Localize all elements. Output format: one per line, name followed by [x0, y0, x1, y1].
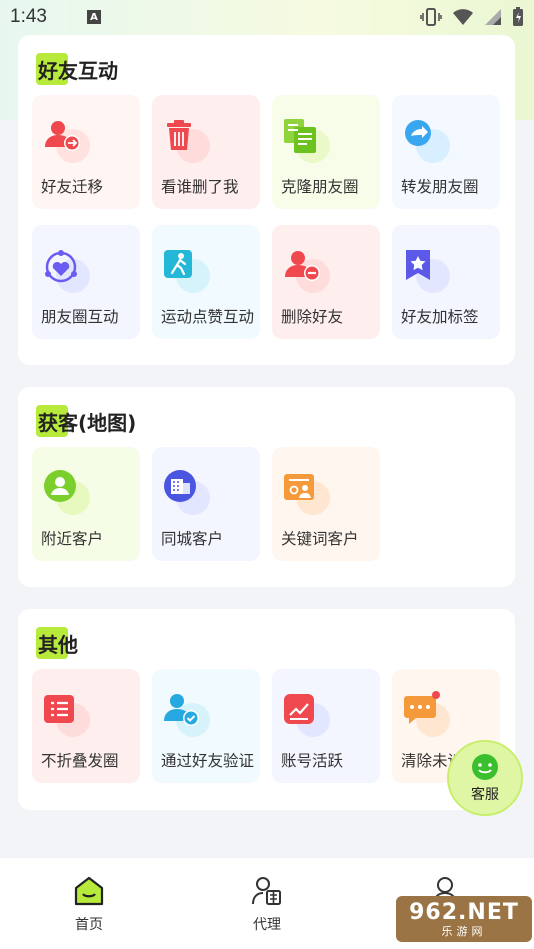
section-title: 其他 — [36, 627, 78, 659]
tile-label: 好友迁移 — [41, 178, 104, 196]
tile-label: 克隆朋友圈 — [281, 178, 359, 196]
tile-label: 看谁删了我 — [161, 178, 239, 196]
tab-agent[interactable]: 代理 — [178, 858, 356, 949]
status-bar: 1:43 A — [0, 0, 534, 34]
status-time: 1:43 — [10, 6, 47, 27]
tile-friend-transfer[interactable]: 好友迁移 — [32, 95, 140, 209]
tile-label: 好友加标签 — [401, 308, 479, 326]
keyword-card-icon — [284, 474, 314, 500]
battery-icon — [513, 7, 523, 26]
tab-label: 首页 — [75, 917, 103, 933]
section-get-customers-map: 获客(地图) 附近客户 同城客户 关键词客户 — [18, 387, 515, 587]
tile-sport-like[interactable]: 运动点赞互动 — [152, 225, 260, 339]
vibrate-icon — [420, 8, 442, 26]
message-clear-icon — [404, 691, 440, 724]
heart-circle-icon — [45, 250, 77, 283]
user-verify-icon — [164, 694, 199, 726]
tile-who-deleted-me[interactable]: 看谁删了我 — [152, 95, 260, 209]
notification-a-icon: A — [86, 10, 101, 24]
watermark-sub: 乐游网 — [441, 924, 487, 938]
tile-friend-tag[interactable]: 好友加标签 — [392, 225, 500, 339]
clone-doc-icon — [284, 119, 316, 153]
city-building-icon — [164, 470, 196, 502]
tile-nearby-customers[interactable]: 附近客户 — [32, 447, 140, 561]
tab-home[interactable]: 首页 — [0, 858, 178, 949]
tile-account-active[interactable]: 账号活跃 — [272, 669, 380, 783]
tile-pass-friend-verify[interactable]: 通过好友验证 — [152, 669, 260, 783]
list-card-icon — [44, 695, 74, 723]
tile-delete-friend[interactable]: 删除好友 — [272, 225, 380, 339]
forward-icon — [405, 120, 431, 146]
tile-label: 不折叠发圈 — [41, 752, 119, 770]
tile-no-fold-post[interactable]: 不折叠发圈 — [32, 669, 140, 783]
activity-chart-icon — [284, 694, 314, 724]
tile-moments-interaction[interactable]: 朋友圈互动 — [32, 225, 140, 339]
section-title: 获客(地图) — [36, 405, 136, 437]
home-icon — [74, 876, 104, 906]
tile-label: 账号活跃 — [281, 752, 344, 770]
user-transfer-icon — [45, 121, 80, 151]
tab-label: 代理 — [253, 917, 281, 933]
wifi-icon — [453, 9, 473, 25]
tile-clone-moments[interactable]: 克隆朋友圈 — [272, 95, 380, 209]
location-user-icon — [44, 470, 76, 502]
delete-user-icon — [285, 251, 320, 281]
tile-forward-moments[interactable]: 转发朋友圈 — [392, 95, 500, 209]
tile-label: 关键词客户 — [281, 530, 359, 548]
section-title: 好友互动 — [36, 53, 118, 85]
tile-label: 朋友圈互动 — [41, 308, 119, 326]
sport-like-icon — [164, 250, 192, 278]
tile-label: 附近客户 — [41, 530, 104, 548]
tile-label: 删除好友 — [281, 308, 344, 326]
tag-star-icon — [406, 250, 430, 280]
customer-service-button[interactable]: 客服 — [447, 740, 523, 816]
section-friend-interaction: 好友互动 好友迁移 看谁删了我 克隆朋友圈 转发朋友圈 朋友圈互动 运动点赞互动… — [18, 35, 515, 365]
tile-keyword-customers[interactable]: 关键词客户 — [272, 447, 380, 561]
section-other: 其他 不折叠发圈 通过好友验证 账号活跃 清除未读消息 — [18, 609, 515, 810]
customer-service-label: 客服 — [471, 787, 499, 803]
agent-icon — [252, 877, 281, 905]
trash-icon — [167, 120, 191, 150]
tile-label: 同城客户 — [161, 530, 224, 548]
customer-service-icon — [472, 754, 498, 780]
tile-label: 通过好友验证 — [161, 752, 255, 770]
tile-label: 转发朋友圈 — [401, 178, 479, 196]
signal-icon — [485, 9, 501, 25]
watermark-brand: 962.NET — [409, 899, 519, 925]
watermark-logo: 962.NET 乐游网 — [396, 896, 532, 942]
tile-label: 运动点赞互动 — [161, 308, 255, 326]
tile-same-city-customers[interactable]: 同城客户 — [152, 447, 260, 561]
